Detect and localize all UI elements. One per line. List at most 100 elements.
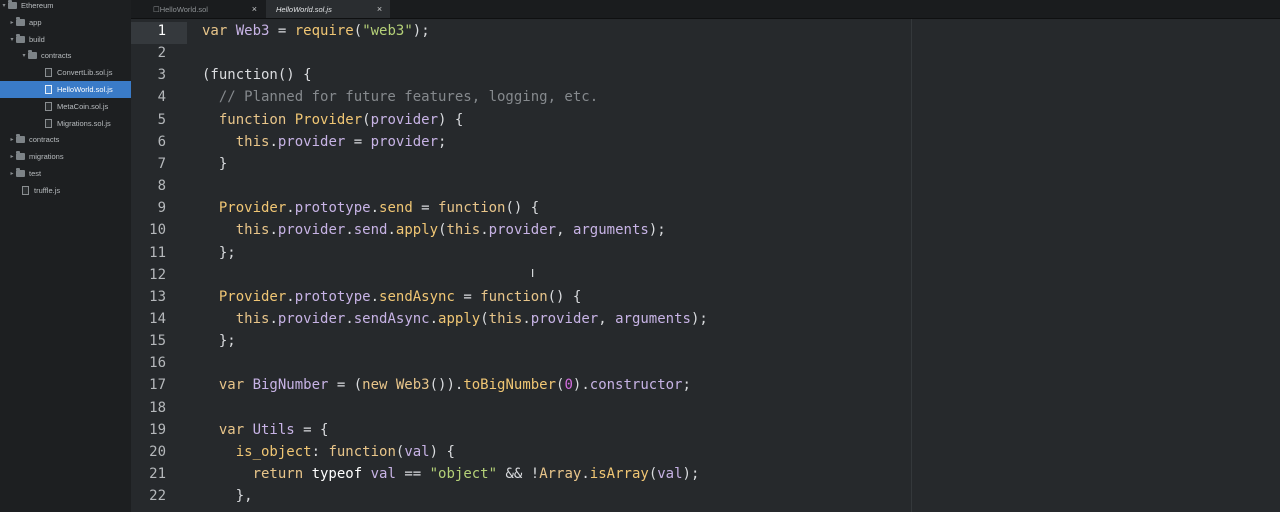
code-token: prototype: [294, 200, 371, 217]
code-token: require: [294, 23, 354, 39]
chevron-right-icon[interactable]: ▸: [8, 153, 16, 160]
code-token: ;: [438, 133, 447, 150]
code-line[interactable]: (function() {: [202, 67, 312, 83]
chevron-right-icon[interactable]: ▸: [8, 19, 16, 26]
line-number: 7: [157, 155, 166, 172]
code-line[interactable]: Provider.prototype.sendAsync = function(…: [202, 288, 582, 305]
code-token: .: [345, 222, 354, 239]
code-token: .: [581, 466, 590, 482]
tab-helloworld-sol[interactable]: ☐HelloWorld.sol ×: [143, 0, 265, 18]
close-icon[interactable]: ×: [252, 4, 257, 14]
code-line[interactable]: var BigNumber = (new Web3()).toBigNumber…: [202, 377, 691, 393]
tree-file[interactable]: MetaCoin.sol.js: [0, 98, 131, 115]
line-number: 8: [157, 178, 166, 195]
code-token: };: [202, 333, 236, 350]
code-token: =: [454, 288, 481, 305]
tree-folder[interactable]: ▸ migrations: [0, 148, 131, 165]
code-token: typeof: [311, 466, 371, 482]
code-line[interactable]: var Utils = {: [202, 422, 329, 438]
code-line[interactable]: function Provider(provider) {: [202, 112, 463, 128]
code-token: this: [446, 222, 481, 239]
tree-folder[interactable]: ▾ Ethereum: [0, 0, 131, 14]
code-token: = (: [328, 377, 363, 394]
code-token: apply: [438, 310, 481, 327]
code-token: provider: [370, 133, 439, 150]
tree-folder[interactable]: ▸ test: [0, 165, 131, 182]
tree-item-label: contracts: [29, 135, 60, 145]
code-line[interactable]: this.provider.sendAsync.apply(this.provi…: [202, 311, 708, 327]
code-token: );: [412, 23, 430, 39]
file-icon: [45, 85, 52, 94]
chevron-down-icon[interactable]: ▾: [0, 2, 8, 9]
tree-folder[interactable]: ▾ contracts: [0, 47, 131, 64]
code-token: .: [370, 200, 380, 217]
code-token: .: [345, 310, 354, 327]
code-token: );: [690, 310, 708, 327]
code-line[interactable]: this.provider.send.apply(this.provider, …: [202, 222, 666, 238]
line-number: 18: [149, 399, 166, 416]
tree-file[interactable]: Migrations.sol.js: [0, 115, 131, 132]
code-line[interactable]: },: [202, 488, 253, 504]
line-number: 22: [149, 488, 166, 505]
code-line[interactable]: // Planned for future features, logging,…: [202, 89, 598, 105]
chevron-down-icon[interactable]: ▾: [8, 36, 16, 43]
tree-folder[interactable]: ▾ build: [0, 31, 131, 48]
line-number: 14: [149, 310, 166, 327]
code-token: Provider: [202, 200, 287, 217]
code-token: };: [202, 244, 236, 261]
tree-folder[interactable]: ▸ contracts: [0, 131, 131, 148]
code-token: =: [412, 200, 439, 217]
code-line[interactable]: }: [202, 156, 227, 172]
code-token: this: [202, 222, 270, 239]
code-token: provider: [530, 310, 599, 327]
code-editor[interactable]: 1 2 3 4 5 6 7 8 9 10 11 12 13 14 15 16 17 18 19 20 21 22 var …: [131, 19, 1280, 512]
code-token: ;: [682, 377, 691, 394]
code-token: provider: [277, 222, 346, 239]
code-token: .: [370, 288, 380, 305]
tree-item-label: build: [29, 34, 45, 44]
code-token: );: [682, 466, 700, 482]
code-line[interactable]: this.provider = provider;: [202, 133, 447, 150]
code-line[interactable]: is_object: function(val) {: [202, 444, 455, 460]
close-icon[interactable]: ×: [377, 4, 382, 14]
tab-label: HelloWorld.sol.js: [276, 4, 332, 14]
code-token: provider: [277, 310, 346, 327]
text-cursor-icon: Ι: [531, 267, 535, 280]
code-token: arguments: [615, 310, 691, 327]
chevron-down-icon[interactable]: ▾: [20, 52, 28, 59]
code-token: .: [387, 222, 396, 239]
tree-file[interactable]: truffle.js: [0, 182, 131, 199]
tree-item-label: contracts: [41, 51, 72, 61]
code-token: =: [345, 133, 371, 150]
folder-icon: [16, 16, 25, 26]
code-line[interactable]: return typeof val == "object" && !Array.…: [202, 466, 700, 482]
code-token: "object": [429, 466, 498, 482]
code-token: // Planned for future features, logging,…: [202, 89, 599, 106]
tree-file[interactable]: ConvertLib.sol.js: [0, 64, 131, 81]
code-token: },: [202, 488, 253, 505]
tree-folder[interactable]: ▸ app: [0, 14, 131, 31]
tree-item-label: truffle.js: [34, 185, 61, 195]
line-number: 12: [149, 266, 166, 283]
chevron-right-icon[interactable]: ▸: [8, 170, 16, 177]
line-number: 9: [157, 200, 166, 217]
line-number: 4: [157, 89, 166, 106]
code-line[interactable]: var Web3 = require("web3");: [202, 23, 430, 39]
tree-item-label: migrations: [29, 152, 64, 162]
code-token: var: [202, 23, 236, 39]
code-token: provider: [277, 133, 346, 150]
code-line[interactable]: Provider.prototype.send = function() {: [202, 200, 539, 216]
code-token: this: [202, 133, 270, 150]
code-line[interactable]: };: [202, 245, 236, 261]
chevron-right-icon[interactable]: ▸: [8, 136, 16, 143]
tab-helloworld-sol-js[interactable]: HelloWorld.sol.js ×: [266, 0, 390, 18]
code-token: BigNumber: [252, 377, 329, 394]
code-token: send: [353, 222, 388, 239]
tree-file[interactable]: HelloWorld.sol.js: [0, 81, 131, 98]
code-token: sendAsync: [353, 310, 430, 327]
code-token: function: [438, 200, 506, 217]
code-line[interactable]: };: [202, 333, 236, 349]
code-token: .: [269, 133, 278, 150]
code-token: ,: [556, 222, 573, 239]
code-token: prototype: [294, 288, 371, 305]
